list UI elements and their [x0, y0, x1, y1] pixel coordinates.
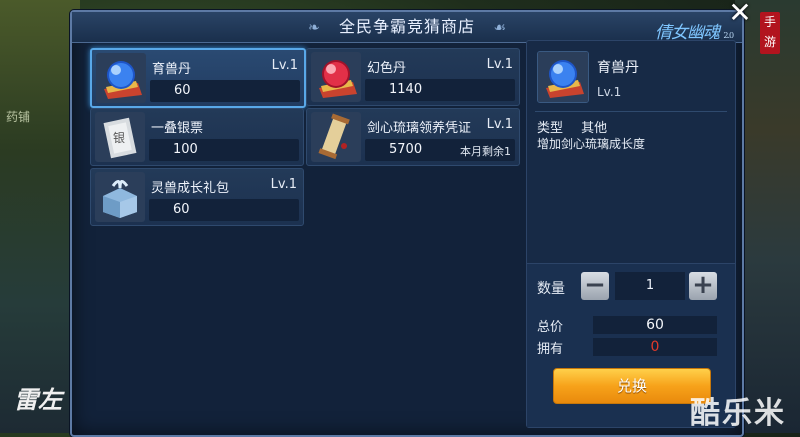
total-price-label: 总价: [537, 320, 564, 335]
goods-card[interactable]: 剑心琉璃领养凭证 Lv.1 5700 本月剩余1: [306, 108, 520, 166]
title-ornament-left-icon: ❧: [308, 20, 320, 36]
shop-title: 全民争霸竞猜商店: [338, 17, 475, 36]
detail-divider: [535, 111, 727, 112]
red-orb-icon: [311, 52, 361, 102]
detail-type-value: 其他: [581, 121, 608, 136]
svg-text:银: 银: [113, 131, 125, 145]
item-detail-panel: 育兽丹 Lv.1 类型 其他 增加剑心琉璃成长度 数量 − 1 + 总价 60 …: [526, 40, 736, 428]
game-logo-version: 2.0: [723, 31, 734, 40]
goods-card[interactable]: 银 一叠银票 100: [90, 108, 304, 166]
blue-orb-icon: [96, 53, 146, 103]
detail-type-line: 类型 其他: [537, 117, 621, 136]
goods-card[interactable]: 育兽丹 Lv.1 60: [90, 48, 306, 108]
detail-type-label: 类型: [537, 121, 564, 136]
watermark: 酷乐米: [690, 396, 786, 431]
background-right-scene: [735, 0, 800, 433]
owned-label: 拥有: [537, 342, 564, 357]
exchange-button[interactable]: 兑换: [553, 368, 711, 404]
goods-name: 灵兽成长礼包: [151, 181, 230, 196]
background-left-scene: 药铺 雷左: [0, 0, 80, 433]
title-ornament-right-icon: ☙: [493, 20, 506, 36]
goods-card[interactable]: 灵兽成长礼包 Lv.1 60: [90, 168, 304, 226]
owned-value: 0: [593, 338, 717, 356]
close-button[interactable]: ✕: [728, 0, 752, 27]
game-logo-seal: 手游: [760, 12, 780, 54]
quantity-plus-button[interactable]: +: [689, 272, 717, 300]
goods-price: 1140: [389, 82, 423, 97]
goods-remaining: 本月剩余1: [460, 145, 511, 158]
goods-price: 100: [173, 142, 198, 157]
detail-description: 增加剑心琉璃成长度: [537, 137, 646, 151]
background-sign: 药铺: [6, 110, 31, 124]
goods-name: 剑心琉璃领养凭证: [367, 121, 472, 136]
goods-grid: 育兽丹 Lv.1 60 幻色丹 Lv.1 1140 银 一叠银票 100 剑心琉…: [86, 44, 522, 428]
background-calligraphy: 雷左: [14, 385, 62, 414]
goods-price: 60: [173, 202, 190, 217]
quantity-value[interactable]: 1: [615, 272, 685, 300]
quantity-minus-button[interactable]: −: [581, 272, 609, 300]
goods-price-box: 100: [149, 139, 299, 161]
goods-price-box: 5700 本月剩余1: [365, 139, 515, 161]
goods-level: Lv.1: [270, 177, 297, 192]
goods-price-box: 60: [150, 80, 300, 102]
goods-level: Lv.1: [486, 57, 513, 72]
gift-package-icon: [95, 172, 145, 222]
blue-orb-icon: [537, 51, 589, 103]
goods-name: 幻色丹: [367, 61, 407, 76]
goods-price: 60: [174, 83, 191, 98]
shop-title-bar: ❧ 全民争霸竞猜商店 ☙: [72, 12, 742, 43]
detail-item-name: 育兽丹: [597, 60, 639, 76]
silver-note-icon: 银: [95, 112, 145, 162]
goods-name: 育兽丹: [152, 62, 192, 77]
goods-card[interactable]: 幻色丹 Lv.1 1140: [306, 48, 520, 106]
goods-level: Lv.1: [271, 58, 298, 73]
goods-level: Lv.1: [486, 117, 513, 132]
quantity-label: 数量: [537, 281, 565, 297]
total-price-value: 60: [593, 316, 717, 334]
scroll-icon: [311, 112, 361, 162]
goods-price: 5700: [389, 142, 423, 157]
goods-name: 一叠银票: [151, 121, 204, 136]
goods-price-box: 1140: [365, 79, 515, 101]
goods-price-box: 60: [149, 199, 299, 221]
detail-item-level: Lv.1: [597, 85, 622, 99]
